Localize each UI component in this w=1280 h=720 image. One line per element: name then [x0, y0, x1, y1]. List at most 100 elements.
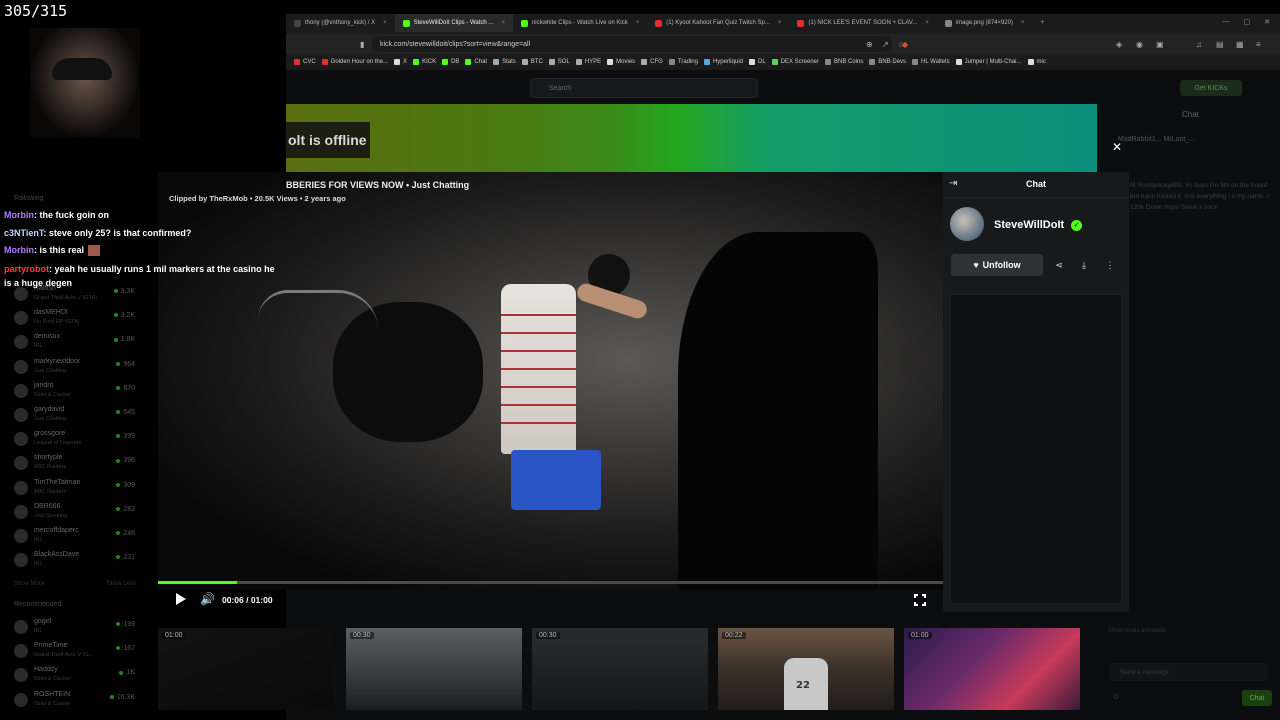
channel-category: ARC Raiders	[34, 488, 67, 495]
sidebar-channel-row[interactable]: TimTheTatman ARC Raiders 309	[14, 477, 139, 501]
sidebar-channel-row[interactable]: markynextdoor Just Chatting 964	[14, 356, 139, 380]
tab-label: SteveWillDoIt Clips - Watch ...	[413, 20, 494, 26]
sidebar-channel-row[interactable]: garydavid Just Chatting 545	[14, 404, 139, 428]
menu-icon[interactable]: ≡	[1256, 40, 1261, 49]
clip-thumbnail[interactable]: 01:00	[904, 628, 1080, 710]
share-icon[interactable]: ⋖	[1051, 257, 1067, 273]
channel-category: League of Legends	[34, 440, 82, 447]
show-less-button[interactable]: Show Less	[107, 581, 136, 587]
fullscreen-icon[interactable]	[913, 593, 927, 607]
extension-icon[interactable]: ◈	[1116, 40, 1122, 49]
bookmark-item[interactable]: BNB Coins	[825, 59, 863, 65]
sidebar-channel-row[interactable]: demisux IRL 1.8K	[14, 331, 139, 355]
search-input[interactable]: Search	[530, 78, 758, 98]
channel-name: TimTheTatman	[34, 478, 81, 486]
viewer-count: 964	[116, 361, 135, 368]
panel-header: ⇥ Chat	[943, 172, 1129, 198]
clip-thumbnail[interactable]: 01:00	[158, 628, 334, 710]
url-field[interactable]: kick.com/stevewilldoit/clips?sort=view&r…	[372, 36, 892, 52]
sidebar-channel-row[interactable]: PrimeTime Grand Theft Auto V (G... 167	[14, 640, 139, 664]
chat-send-button[interactable]: Chat	[1242, 690, 1272, 706]
close-tab-icon[interactable]: ×	[501, 20, 505, 26]
bookmark-item[interactable]: CFG	[641, 59, 663, 65]
bookmark-item[interactable]: SOL	[548, 59, 570, 65]
bookmark-item[interactable]: KICK	[413, 59, 436, 65]
duration-badge: 00:22	[722, 632, 746, 639]
download-icon[interactable]: ⤓	[1076, 257, 1092, 273]
bookmark-item[interactable]: HL Wallets	[912, 59, 950, 65]
bookmark-item[interactable]: Trading	[668, 59, 698, 65]
close-tab-icon[interactable]: ×	[383, 20, 387, 26]
sidebar-channel-row[interactable]: jandro Slots & Casino 670	[14, 380, 139, 404]
bookmark-item[interactable]: Movies	[607, 59, 635, 65]
avatar[interactable]	[950, 207, 984, 241]
sidebar-icon[interactable]: ▤	[1216, 40, 1224, 49]
sidebar-channel-row[interactable]: gogirl IRL 199	[14, 616, 139, 640]
minimize-icon[interactable]: —	[1223, 18, 1230, 26]
sidebar-channel-row[interactable]: grossgore League of Legends 399	[14, 428, 139, 452]
clip-thumbnail[interactable]: 00:30	[532, 628, 708, 710]
play-icon[interactable]	[176, 593, 186, 605]
close-window-icon[interactable]: ✕	[1264, 18, 1270, 26]
sidebar-channel-row[interactable]: Haddzy Slots & Casino 1K	[14, 664, 139, 688]
show-more-button[interactable]: Show More	[14, 581, 44, 587]
browser-tab[interactable]: SteveWillDoIt Clips - Watch ... ×	[394, 14, 513, 32]
sidebar-channel-row[interactable]: BlackAssDave IRL 231	[14, 549, 139, 573]
get-kicks-button[interactable]: Get KICKs	[1180, 80, 1242, 96]
sidebar-channel-row[interactable]: ROSHTEIN Slots & Casino 16.3K	[14, 689, 139, 713]
clip-thumbnail[interactable]: 00:30	[346, 628, 522, 710]
bookmark-item[interactable]: mic	[1027, 59, 1046, 65]
share-icon[interactable]: ↗	[882, 40, 889, 49]
bookmark-item[interactable]: Chat	[465, 59, 487, 65]
close-tab-icon[interactable]: ×	[1021, 20, 1025, 26]
music-icon[interactable]: ♫	[1196, 40, 1202, 49]
brave-icon[interactable]: ◆	[902, 40, 908, 49]
sidebar-channel-row[interactable]: DBR666 Just Sleeping 282	[14, 501, 139, 525]
bookmark-item[interactable]: Hyperliquid	[703, 59, 743, 65]
volume-icon[interactable]: 🔊	[200, 592, 215, 606]
channel-name: jandro	[34, 381, 54, 389]
bookmark-item[interactable]: Stats	[493, 59, 516, 65]
maximize-icon[interactable]: ▢	[1244, 18, 1251, 26]
close-tab-icon[interactable]: ×	[778, 20, 782, 26]
viewer-count: 396	[116, 457, 135, 464]
bookmark-item[interactable]: Jumper | Multi-Chai...	[955, 59, 1022, 65]
bookmark-item[interactable]: BNB Devs	[869, 59, 906, 65]
sidebar-channel-row[interactable]: shortyple ARC Raiders 396	[14, 452, 139, 476]
browser-tab[interactable]: (1) NICK LEE'S EVENT SOON + CLAV... ×	[789, 14, 936, 32]
browser-tab[interactable]: thony (@vnthony_kick) / X ×	[286, 14, 395, 32]
video-progress-bar[interactable]	[158, 581, 943, 584]
new-tab-button[interactable]: +	[1033, 14, 1053, 32]
extension-icon[interactable]: ▣	[1156, 40, 1164, 49]
bookmark-item[interactable]: BTC	[521, 59, 543, 65]
bookmark-item[interactable]: Golden Hour on the...	[321, 59, 388, 65]
viewer-count: 282	[116, 506, 135, 513]
clip-meta: Clipped by TheRxMob • 20.5K Views • 2 ye…	[169, 194, 346, 203]
sidebar-channel-row[interactable]: mercoffdaperc IRL 248	[14, 525, 139, 549]
browser-tab[interactable]: nickwhite Clips - Watch Live on Kick ×	[513, 14, 647, 32]
channel-category: Slots & Casino	[34, 391, 71, 398]
bookmark-icon	[1027, 59, 1034, 65]
bookmark-item[interactable]: HYPE	[575, 59, 601, 65]
close-tab-icon[interactable]: ×	[925, 20, 929, 26]
unfollow-button[interactable]: ♥ Unfollow	[951, 254, 1043, 276]
message-input[interactable]: Send a message	[1110, 663, 1268, 681]
bookmark-label: Stats	[502, 59, 516, 65]
extension-icon[interactable]: ◉	[1136, 40, 1143, 49]
browser-tab[interactable]: image.png (874×920) ×	[937, 14, 1033, 32]
bookmark-item[interactable]: CVC	[294, 59, 316, 65]
bookmark-item[interactable]: DL	[748, 59, 766, 65]
bookmark-icon[interactable]: ▮	[360, 40, 364, 49]
close-tab-icon[interactable]: ×	[636, 20, 640, 26]
bookmark-item[interactable]: DEX Screener	[771, 59, 819, 65]
wallet-icon[interactable]: ▦	[1236, 40, 1244, 49]
zoom-icon[interactable]: ⊕	[866, 40, 873, 49]
bookmark-item[interactable]: DB	[442, 59, 459, 65]
sidebar-channel-row[interactable]: dasMEHDI No Pixel RP (GTA) 3.2K	[14, 307, 139, 331]
more-icon[interactable]: ⋮	[1102, 257, 1118, 273]
channel-name[interactable]: SteveWillDoIt	[994, 219, 1064, 231]
clip-thumbnail[interactable]: 00:22 22	[718, 628, 894, 710]
browser-tab[interactable]: (1) Kyoot Kahoot Fan Quiz Twitch Sp... ×	[647, 14, 789, 32]
bookmark-item[interactable]: X	[394, 59, 407, 65]
tab-label: (1) Kyoot Kahoot Fan Quiz Twitch Sp...	[666, 20, 770, 26]
